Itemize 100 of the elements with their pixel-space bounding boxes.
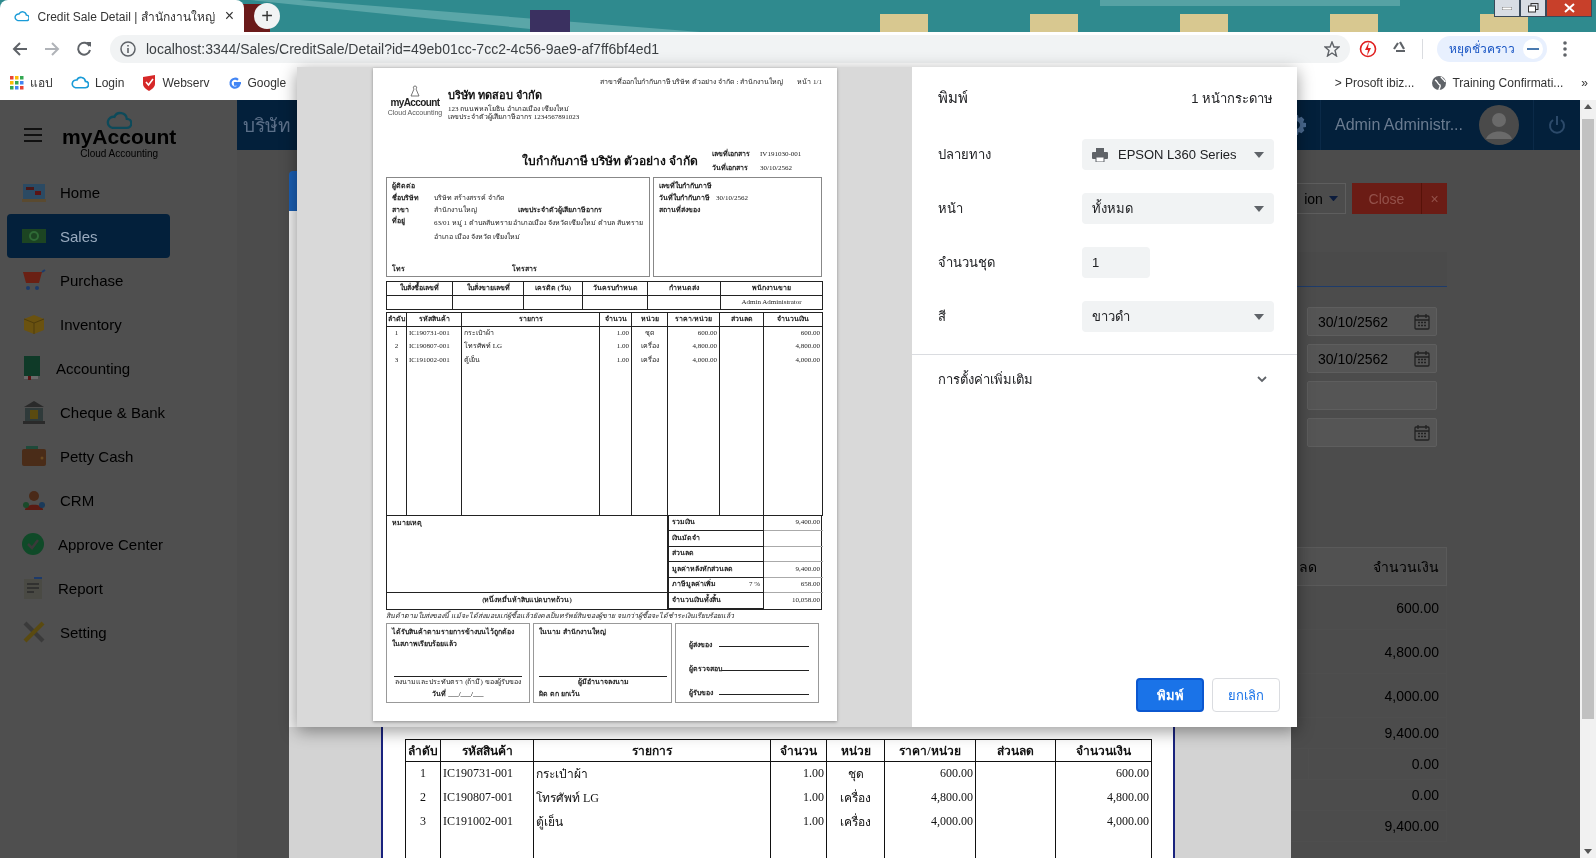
cloud-icon	[71, 76, 89, 89]
maximize-button[interactable]	[1520, 0, 1546, 17]
scrollbar[interactable]	[1580, 100, 1596, 858]
column-header: รหัสสินค้า	[440, 739, 534, 762]
column-header: ส่วนลด	[975, 739, 1056, 762]
logo-icon	[410, 84, 420, 97]
sidebar-item[interactable]: Sales	[7, 214, 170, 258]
table-cell: กระเป๋าผ้า	[533, 761, 771, 786]
minimize-button[interactable]	[1494, 0, 1520, 17]
star-icon	[1324, 40, 1340, 57]
caret-icon	[1254, 313, 1264, 320]
table-cell: 1.00	[770, 761, 827, 786]
info-icon	[120, 40, 136, 57]
back-arrow-icon	[12, 40, 28, 57]
bookmark-link[interactable]: แอป	[10, 73, 53, 92]
shield-icon	[142, 74, 157, 91]
cloud-icon	[106, 111, 133, 130]
column-header: ลด	[1299, 557, 1317, 577]
minimize-icon	[1502, 6, 1512, 10]
table-cell: IC191002-001	[440, 809, 534, 834]
avatar-icon	[1523, 38, 1543, 59]
table-cell: เครื่อง	[826, 809, 885, 834]
company-name: บริษัท	[243, 114, 291, 138]
table-cell-text: 4,000.00	[1384, 687, 1440, 704]
select-dropdown[interactable]: ขาวดำ	[1082, 301, 1274, 332]
bookmark-link[interactable]: Training Confirmati...	[1432, 75, 1564, 90]
table-cell-text: 0.00	[1411, 787, 1440, 803]
document-title: ใบกำกับภาษี บริษัท ตัวอย่าง จำกัด	[522, 154, 698, 169]
column-header: ราคา/หน่วย	[884, 739, 976, 762]
calendar-icon	[1414, 350, 1430, 367]
scroll-down-icon	[1584, 849, 1592, 854]
table-cell: 1	[405, 761, 441, 786]
table-cell: ตู้เย็น	[533, 809, 771, 834]
table-cell: 1.00	[770, 809, 827, 834]
google-icon	[227, 75, 242, 90]
setting-label: สี	[938, 308, 947, 326]
setting-label: ปลายทาง	[938, 146, 992, 164]
table-cell: 4,800.00	[884, 785, 976, 810]
table-cell-text: 0.00	[1411, 756, 1440, 772]
close-window-button[interactable]	[1546, 0, 1592, 17]
table-cell: ชุด	[826, 761, 885, 786]
scrollbar-thumb[interactable]	[1582, 119, 1594, 719]
date-field[interactable]	[1307, 418, 1437, 447]
restore-icon	[1527, 3, 1539, 13]
bolt-icon	[1359, 39, 1377, 58]
more-bookmarks-button[interactable]: »	[1581, 75, 1588, 90]
table-cell: 1.00	[770, 785, 827, 810]
more-vertical-icon	[1563, 40, 1567, 57]
page-count: 1 หน้ากระดาษ	[1191, 89, 1273, 108]
browser-tab[interactable]: Credit Sale Detail | สำนักงานใหญ่ ×	[0, 0, 244, 32]
tab-title: Credit Sale Detail | สำนักงานใหญ่	[37, 8, 215, 26]
printer-icon	[1092, 147, 1108, 162]
column-header: จำนวน	[770, 739, 827, 762]
select-dropdown[interactable]: EPSON L360 Series	[1082, 139, 1274, 170]
bookmark-link[interactable]: Webserv	[142, 74, 210, 91]
caret-icon	[1328, 195, 1338, 202]
table-cell-text: 4,800.00	[1384, 643, 1440, 660]
table-cell-text: 9,400.00	[1384, 725, 1440, 741]
cancel-button[interactable]: ยกเลิก	[1212, 678, 1280, 712]
company-name: บริษัท ทดสอบ จำกัด	[448, 88, 543, 103]
table-cell: เครื่อง	[826, 785, 885, 810]
user-name: Admin Administr...	[1334, 116, 1463, 134]
profile-button[interactable]: หยุดชั่วคราว	[1437, 35, 1547, 62]
table-cell: IC190807-001	[440, 785, 534, 810]
select-dropdown[interactable]: ทั้งหมด	[1082, 193, 1274, 224]
table-cell: โทรศัพท์ LG	[533, 785, 771, 810]
bookmark-link[interactable]: Google	[227, 75, 287, 90]
dialog-title: พิมพ์	[938, 88, 968, 108]
print-button[interactable]: พิมพ์	[1136, 678, 1204, 712]
more-settings-toggle[interactable]: การตั้งค่าเพิ่มเติม	[938, 365, 1273, 394]
close-tab-button[interactable]: ×	[222, 7, 236, 25]
bookmark-link[interactable]: Login	[71, 75, 125, 90]
table-cell: 3	[405, 809, 441, 834]
banknote-icon	[22, 227, 46, 245]
globe-icon	[1432, 75, 1447, 90]
address-bar[interactable]: localhost:3344/Sales/CreditSale/Detail?id=49eb01cc-7cc2-4c56-9ae9-af7ff6bf4ed1	[110, 34, 1350, 63]
column-header: ลำดับ	[405, 739, 441, 762]
menu-icon	[24, 128, 42, 142]
power-icon	[1548, 115, 1566, 135]
grid-icon	[10, 75, 24, 90]
table-cell: 4,800.00	[1055, 785, 1152, 810]
bookmark-link[interactable]: > Prosoft ibiz...	[1334, 75, 1415, 90]
table-cell: 600.00	[884, 761, 976, 786]
copies-field[interactable]: 1	[1082, 247, 1150, 278]
bank-icon	[22, 400, 46, 424]
table-cell-text: 600.00	[1396, 599, 1440, 616]
column-header: จำนวนเงิน	[1055, 739, 1152, 762]
report-icon	[22, 576, 44, 600]
table-cell: 2	[405, 785, 441, 810]
cloud-icon	[14, 10, 30, 22]
brand-tagline: Cloud Accounting	[80, 147, 159, 159]
column-header: หน่วย	[826, 739, 885, 762]
close-icon	[1563, 3, 1575, 13]
box-icon	[22, 313, 46, 335]
cart-icon	[22, 269, 46, 291]
chevron-down-icon	[1257, 376, 1267, 383]
check-circle-icon	[22, 533, 44, 555]
table-cell: 600.00	[1055, 761, 1152, 786]
forward-arrow-icon	[44, 40, 60, 57]
book-icon	[22, 356, 42, 380]
